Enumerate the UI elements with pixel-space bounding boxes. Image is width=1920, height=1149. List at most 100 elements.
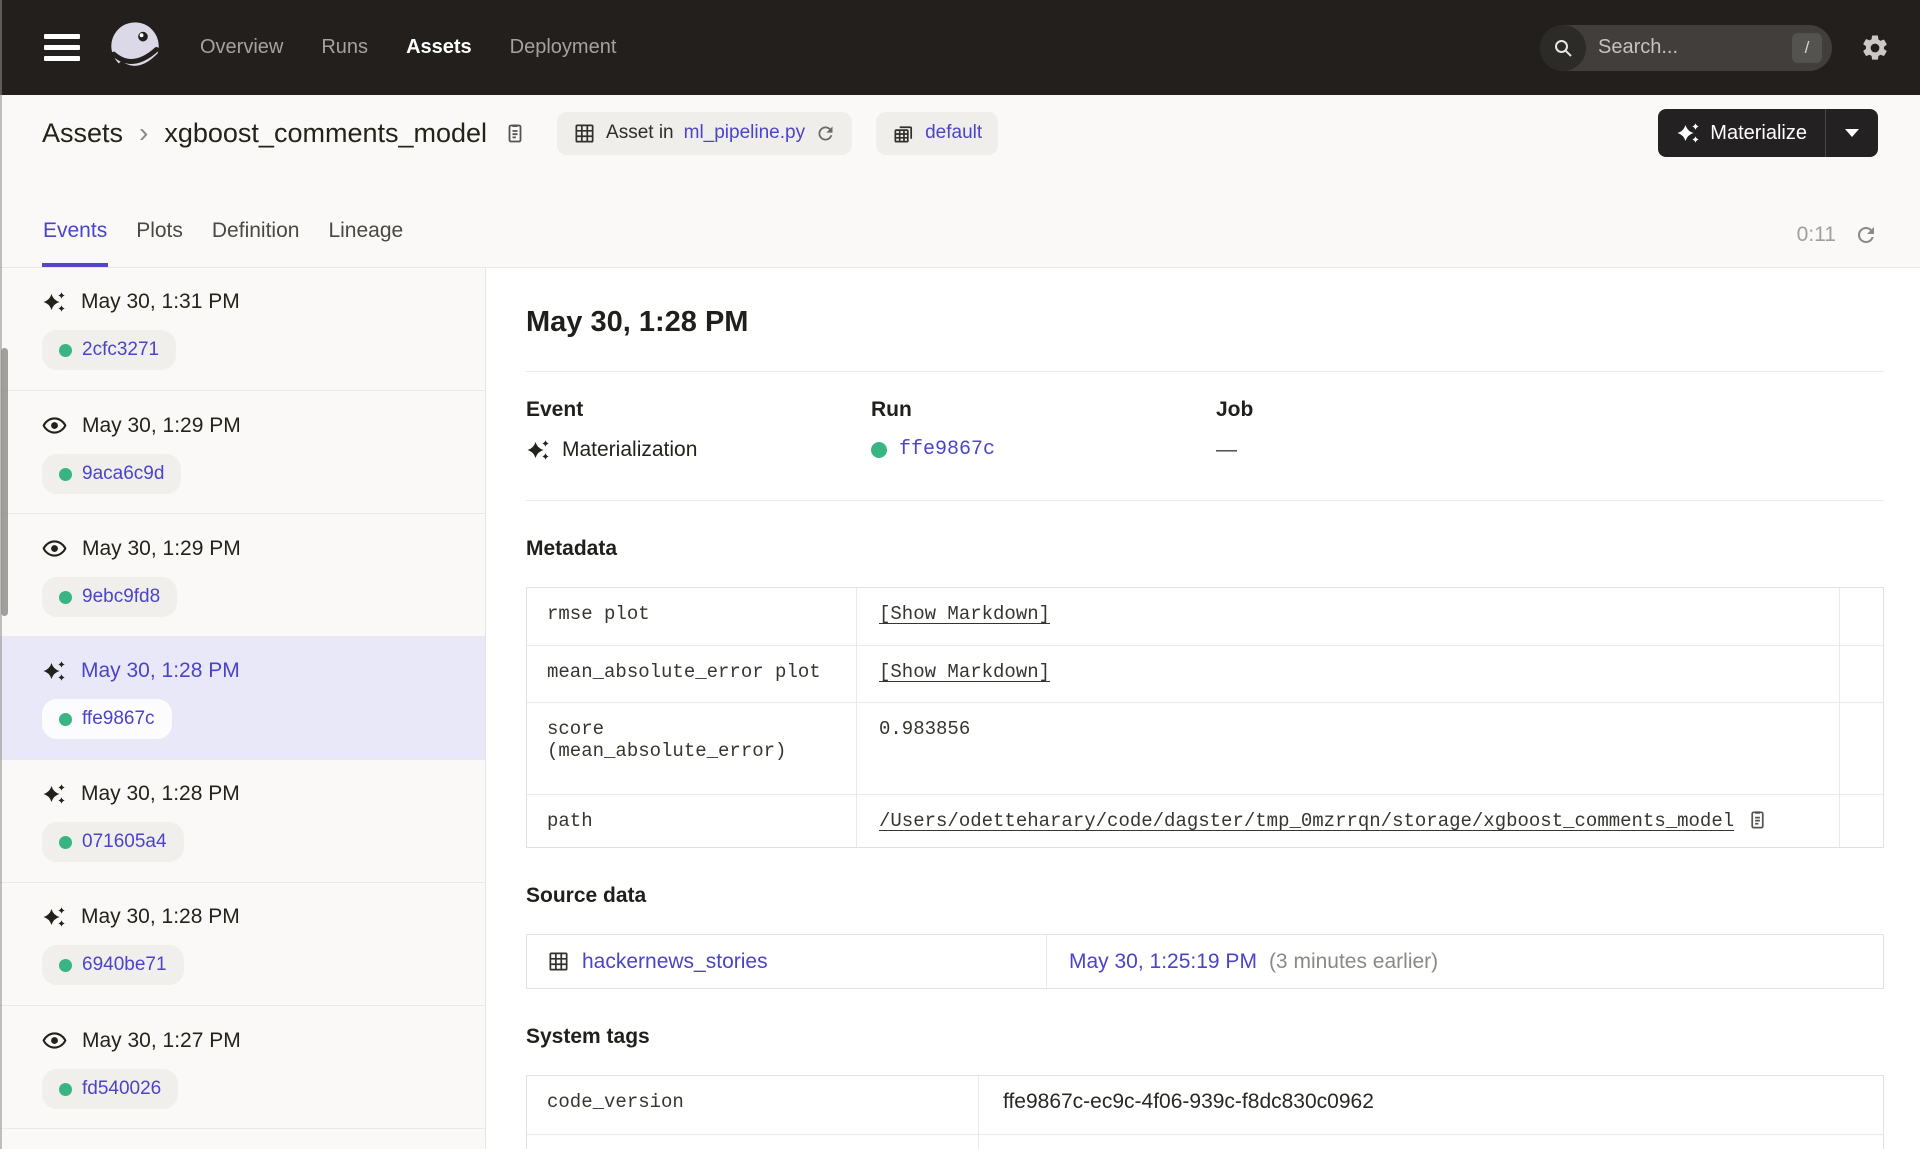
- content-area: May 30, 1:31 PM 2cfc3271 May 30, 1:29 PM…: [0, 267, 1920, 1149]
- event-timestamp: May 30, 1:31 PM: [81, 290, 240, 313]
- materialize-button[interactable]: Materialize: [1658, 109, 1825, 157]
- run-id-link[interactable]: fd540026: [82, 1078, 161, 1100]
- sparkle-icon: [42, 782, 66, 806]
- refresh-timer: 0:11: [1796, 223, 1836, 246]
- primary-nav: Overview Runs Assets Deployment: [200, 36, 616, 59]
- materialize-label: Materialize: [1710, 121, 1807, 144]
- gear-icon[interactable]: [1860, 33, 1890, 63]
- system-tags-heading: System tags: [526, 1025, 650, 1048]
- table-row: path /Users/odetteharary/code/dagster/tm…: [527, 794, 1883, 847]
- event-list: May 30, 1:31 PM 2cfc3271 May 30, 1:29 PM…: [0, 268, 486, 1149]
- tag-key: code_version: [527, 1076, 979, 1134]
- source-time-cell: May 30, 1:25:19 PM (3 minutes earlier): [1047, 935, 1883, 988]
- search-input[interactable]: [1598, 36, 1758, 59]
- tag-value: ffe9867c-ec9c-4f06-939c-f8dc830c0962: [1003, 1090, 1374, 1113]
- run-id-badge[interactable]: 2cfc3271: [42, 330, 177, 370]
- menu-icon[interactable]: [44, 34, 80, 61]
- source-timestamp-link[interactable]: May 30, 1:25:19 PM: [1069, 950, 1257, 974]
- dagster-logo[interactable]: [106, 19, 164, 77]
- run-status-dot: [59, 1082, 72, 1096]
- asset-group-badge: default: [876, 111, 999, 155]
- event-timestamp: May 30, 1:27 PM: [82, 1028, 241, 1052]
- nav-runs[interactable]: Runs: [321, 36, 368, 59]
- path-link[interactable]: /Users/odetteharary/code/dagster/tmp_0mz…: [879, 810, 1734, 832]
- materialize-dropdown-button[interactable]: [1826, 109, 1878, 157]
- search-shortcut-key: /: [1792, 32, 1822, 63]
- run-status-dot: [59, 835, 72, 849]
- event-list-item[interactable]: May 30, 1:28 PM ffe9867c: [0, 637, 485, 760]
- eye-icon: [42, 1028, 67, 1053]
- run-id-link[interactable]: 6940be71: [82, 954, 167, 976]
- copy-asset-name-icon[interactable]: [503, 121, 527, 145]
- sparkle-icon: [42, 659, 66, 683]
- job-label: Job: [1216, 398, 1254, 421]
- run-id-link[interactable]: 9aca6c9d: [82, 463, 164, 485]
- scrollbar-thumb[interactable]: [1, 348, 8, 616]
- table-row: mean_absolute_error plot [Show Markdown]: [527, 645, 1883, 702]
- asset-header: Assets › xgboost_comments_model Asset in…: [0, 95, 1920, 171]
- run-id-link[interactable]: 071605a4: [82, 831, 167, 853]
- run-id-link[interactable]: 2cfc3271: [82, 339, 159, 361]
- event-summary: Event Materialization Run ffe9867c Job —: [526, 372, 1884, 500]
- run-id-link[interactable]: 9ebc9fd8: [82, 586, 160, 608]
- source-asset-link[interactable]: hackernews_stories: [582, 950, 768, 974]
- metadata-key: rmse plot: [527, 588, 857, 645]
- tab-lineage[interactable]: Lineage: [327, 219, 404, 267]
- sparkle-icon: [42, 905, 66, 929]
- metadata-value: 0.983856: [879, 718, 971, 740]
- source-asset-cell: hackernews_stories: [527, 935, 1047, 988]
- refresh-icon[interactable]: [1854, 223, 1878, 247]
- reload-location-icon[interactable]: [815, 123, 836, 144]
- event-timestamp: May 30, 1:28 PM: [81, 905, 240, 928]
- event-title: May 30, 1:28 PM: [526, 306, 749, 338]
- sparkle-icon: [42, 290, 66, 314]
- search-icon: [1540, 24, 1586, 71]
- asset-grid-icon: [547, 950, 570, 973]
- run-id-badge[interactable]: fd540026: [42, 1069, 179, 1109]
- event-list-item[interactable]: May 30, 1:29 PM 9ebc9fd8: [0, 514, 485, 637]
- source-data-heading: Source data: [526, 884, 647, 907]
- search-box[interactable]: /: [1540, 24, 1832, 71]
- event-list-item[interactable]: May 30, 1:31 PM 2cfc3271: [0, 268, 485, 391]
- code-location-link[interactable]: ml_pipeline.py: [684, 122, 805, 144]
- breadcrumb-chevron: ›: [139, 117, 149, 148]
- run-id-badge[interactable]: 071605a4: [42, 822, 184, 862]
- run-status-dot: [59, 958, 72, 972]
- nav-overview[interactable]: Overview: [200, 36, 283, 59]
- chevron-down-icon: [1845, 129, 1859, 137]
- materialize-split-button: Materialize: [1658, 109, 1878, 157]
- breadcrumb-assets[interactable]: Assets: [42, 118, 123, 149]
- table-row: [527, 1134, 1883, 1149]
- nav-deployment[interactable]: Deployment: [510, 36, 617, 59]
- tab-definition[interactable]: Definition: [211, 219, 301, 267]
- run-label: Run: [871, 398, 912, 421]
- tab-events[interactable]: Events: [42, 219, 109, 267]
- copy-path-icon[interactable]: [1746, 808, 1769, 831]
- show-markdown-link[interactable]: [Show Markdown]: [879, 661, 1050, 683]
- nav-assets[interactable]: Assets: [406, 36, 472, 59]
- event-timestamp: May 30, 1:29 PM: [82, 413, 241, 437]
- job-value: —: [1216, 438, 1237, 461]
- asset-in-label: Asset in: [606, 122, 674, 143]
- group-link[interactable]: default: [925, 122, 982, 144]
- sparkle-icon: [526, 438, 550, 462]
- event-label: Event: [526, 398, 584, 421]
- run-id-badge[interactable]: 9aca6c9d: [42, 454, 182, 494]
- run-id-link[interactable]: ffe9867c: [82, 708, 155, 730]
- run-link[interactable]: ffe9867c: [899, 438, 995, 461]
- event-detail-pane: May 30, 1:28 PM Event Materialization Ru…: [486, 268, 1920, 1149]
- event-list-item[interactable]: May 30, 1:27 PM fd540026: [0, 1006, 485, 1129]
- event-list-item[interactable]: May 30, 1:29 PM 9aca6c9d: [0, 391, 485, 514]
- event-list-item[interactable]: May 30, 1:28 PM 071605a4: [0, 760, 485, 883]
- run-id-badge[interactable]: ffe9867c: [42, 699, 172, 739]
- asset-code-location-badge: Asset in ml_pipeline.py: [557, 111, 853, 155]
- source-time-note: (3 minutes earlier): [1268, 949, 1439, 973]
- asset-grid-icon: [573, 122, 596, 145]
- run-status-dot: [59, 590, 72, 604]
- run-id-badge[interactable]: 6940be71: [42, 945, 184, 985]
- event-list-item[interactable]: May 30, 1:28 PM 6940be71: [0, 883, 485, 1006]
- page-title: xgboost_comments_model: [164, 117, 488, 148]
- run-id-badge[interactable]: 9ebc9fd8: [42, 577, 178, 617]
- tab-plots[interactable]: Plots: [135, 219, 184, 267]
- show-markdown-link[interactable]: [Show Markdown]: [879, 603, 1050, 625]
